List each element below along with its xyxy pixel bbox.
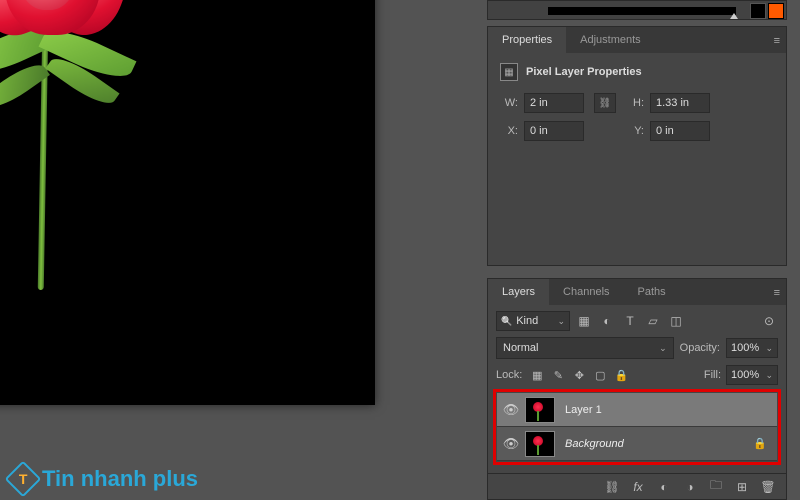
x-input[interactable] [524,121,584,141]
canvas-area[interactable]: T Tin nhanh plus [0,0,438,500]
width-input[interactable] [524,93,584,113]
tab-layers[interactable]: Layers [488,279,549,305]
width-label: W: [500,97,518,109]
link-layers-icon[interactable]: ⛓ [604,480,620,494]
y-label: Y: [626,125,644,137]
properties-title: Pixel Layer Properties [526,66,642,78]
filter-shape-icon[interactable]: ▱ [644,312,662,330]
tab-properties[interactable]: Properties [488,27,566,53]
color-panel-strip[interactable] [487,0,787,20]
filter-toggle-icon[interactable]: ⊙ [760,312,778,330]
fill-label: Fill: [704,369,721,381]
filter-smart-icon[interactable]: ◫ [667,312,685,330]
tab-channels[interactable]: Channels [549,279,623,305]
layer-style-icon[interactable]: fx [630,480,646,494]
delete-layer-icon[interactable]: 🗑 [760,480,776,494]
layer-row[interactable]: 👁 Layer 1 [497,393,777,427]
fill-input[interactable]: 100%⌄ [726,365,778,385]
layer-row[interactable]: 👁 Background 🔒 [497,427,777,461]
y-input[interactable] [650,121,710,141]
filter-pixel-icon[interactable]: ▦ [575,312,593,330]
group-icon[interactable]: 🗀 [708,476,724,497]
height-label: H: [626,97,644,109]
visibility-toggle-icon[interactable]: 👁 [497,402,525,418]
new-layer-icon[interactable]: ⊞ [734,480,750,494]
layers-panel-menu-icon[interactable]: ≡ [774,287,780,299]
layer-thumbnail[interactable] [525,397,555,423]
document-canvas[interactable] [0,0,375,405]
pixel-layer-icon: ▦ [500,63,518,81]
x-label: X: [500,125,518,137]
height-input[interactable] [650,93,710,113]
properties-panel: Properties Adjustments ≡ ▦ Pixel Layer P… [487,26,787,266]
highlight-box: 👁 Layer 1 👁 Background 🔒 [493,389,781,465]
opacity-label: Opacity: [680,342,720,354]
layer-name[interactable]: Background [565,438,753,450]
tab-paths[interactable]: Paths [624,279,680,305]
watermark: T Tin nhanh plus [10,466,198,492]
blend-mode-select[interactable]: Normal⌄ [496,337,674,359]
lock-icon: 🔒 [753,437,767,450]
lock-artboard-icon[interactable]: ▢ [592,367,608,383]
opacity-input[interactable]: 100%⌄ [726,338,778,358]
background-swatch[interactable] [750,3,766,19]
layers-footer: ⛓ fx ◐ ◑ 🗀 ⊞ 🗑 [487,474,787,500]
layer-name[interactable]: Layer 1 [565,404,777,416]
filter-type-icon[interactable]: T [621,312,639,330]
watermark-logo: T [5,461,42,498]
layers-panel: Layers Channels Paths ≡ Kind⌄ ▦ ◐ T ▱ ◫ … [487,278,787,474]
rose-image [0,0,200,300]
lock-pixels-icon[interactable]: ✎ [550,367,566,383]
layer-thumbnail[interactable] [525,431,555,457]
lock-all-icon[interactable]: 🔒 [613,367,629,383]
properties-panel-menu-icon[interactable]: ≡ [774,35,780,47]
lock-transparency-icon[interactable]: ▦ [529,367,545,383]
lock-position-icon[interactable]: ✥ [571,367,587,383]
tab-adjustments[interactable]: Adjustments [566,27,655,53]
watermark-text: Tin nhanh plus [42,466,198,492]
layer-filter-kind-select[interactable]: Kind⌄ [496,311,570,331]
filter-adjustment-icon[interactable]: ◐ [598,312,616,330]
lock-label: Lock: [496,369,522,381]
adjustment-layer-icon[interactable]: ◑ [682,480,698,494]
foreground-swatch[interactable] [768,3,784,19]
layer-mask-icon[interactable]: ◐ [656,480,672,494]
right-panels: Properties Adjustments ≡ ▦ Pixel Layer P… [467,0,800,500]
visibility-toggle-icon[interactable]: 👁 [497,436,525,452]
link-dimensions-button[interactable]: ⛓ [594,93,616,113]
